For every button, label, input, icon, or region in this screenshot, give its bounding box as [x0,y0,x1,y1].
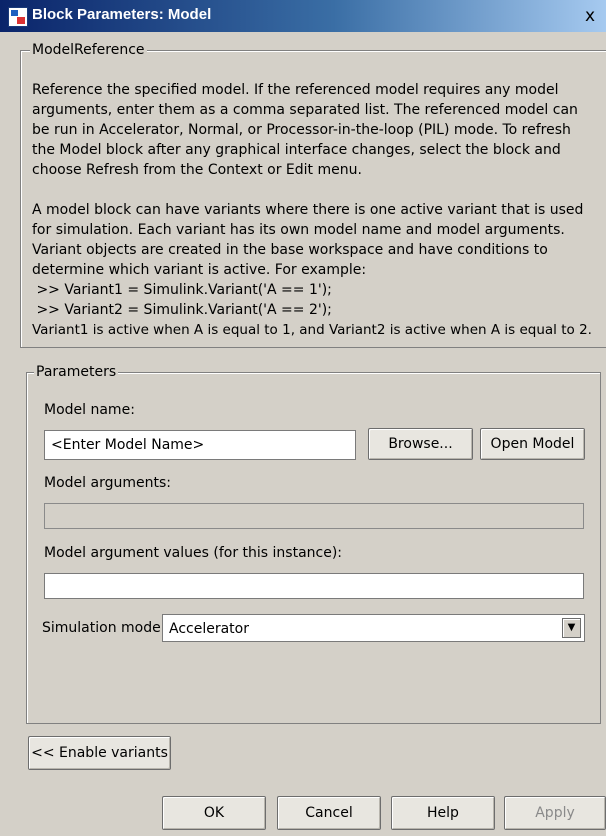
simulation-mode-select[interactable]: Accelerator ▼ [162,614,585,642]
apply-button: Apply [504,796,606,830]
model-argument-values-label: Model argument values (for this instance… [44,545,343,561]
enable-variants-button[interactable]: << Enable variants [28,736,171,770]
description-paragraph-3: Variant1 is active when A is equal to 1,… [32,322,592,338]
description-example-2: >> Variant2 = Simulink.Variant('A == 2')… [32,302,332,318]
browse-button[interactable]: Browse... [368,428,473,460]
chevron-down-icon[interactable]: ▼ [562,618,581,638]
window-title: Block Parameters: Model [32,6,212,23]
title-bar[interactable]: Block Parameters: Model x [0,0,606,32]
cancel-button[interactable]: Cancel [277,796,381,830]
description-example-1: >> Variant1 = Simulink.Variant('A == 1')… [32,282,332,298]
description-paragraph-2: A model block can have variants where th… [32,202,584,278]
help-button[interactable]: Help [391,796,495,830]
open-model-button[interactable]: Open Model [480,428,585,460]
model-arguments-label: Model arguments: [44,475,171,491]
ok-button[interactable]: OK [162,796,266,830]
model-argument-values-field[interactable] [44,573,584,599]
simulation-mode-value: Accelerator [169,621,249,637]
simulink-block-icon [8,7,28,27]
description-paragraph-1: Reference the specified model. If the re… [32,82,578,178]
close-button[interactable]: x [580,6,600,26]
model-name-field[interactable]: <Enter Model Name> [44,430,356,460]
model-name-label: Model name: [44,402,135,418]
model-reference-legend: ModelReference [30,42,147,58]
simulation-mode-label: Simulation mode: [42,620,166,636]
block-parameters-dialog: Block Parameters: Model x ModelReference… [0,0,606,836]
parameters-legend: Parameters [34,364,119,380]
model-arguments-field [44,503,584,529]
model-reference-description: Reference the specified model. If the re… [32,80,592,340]
